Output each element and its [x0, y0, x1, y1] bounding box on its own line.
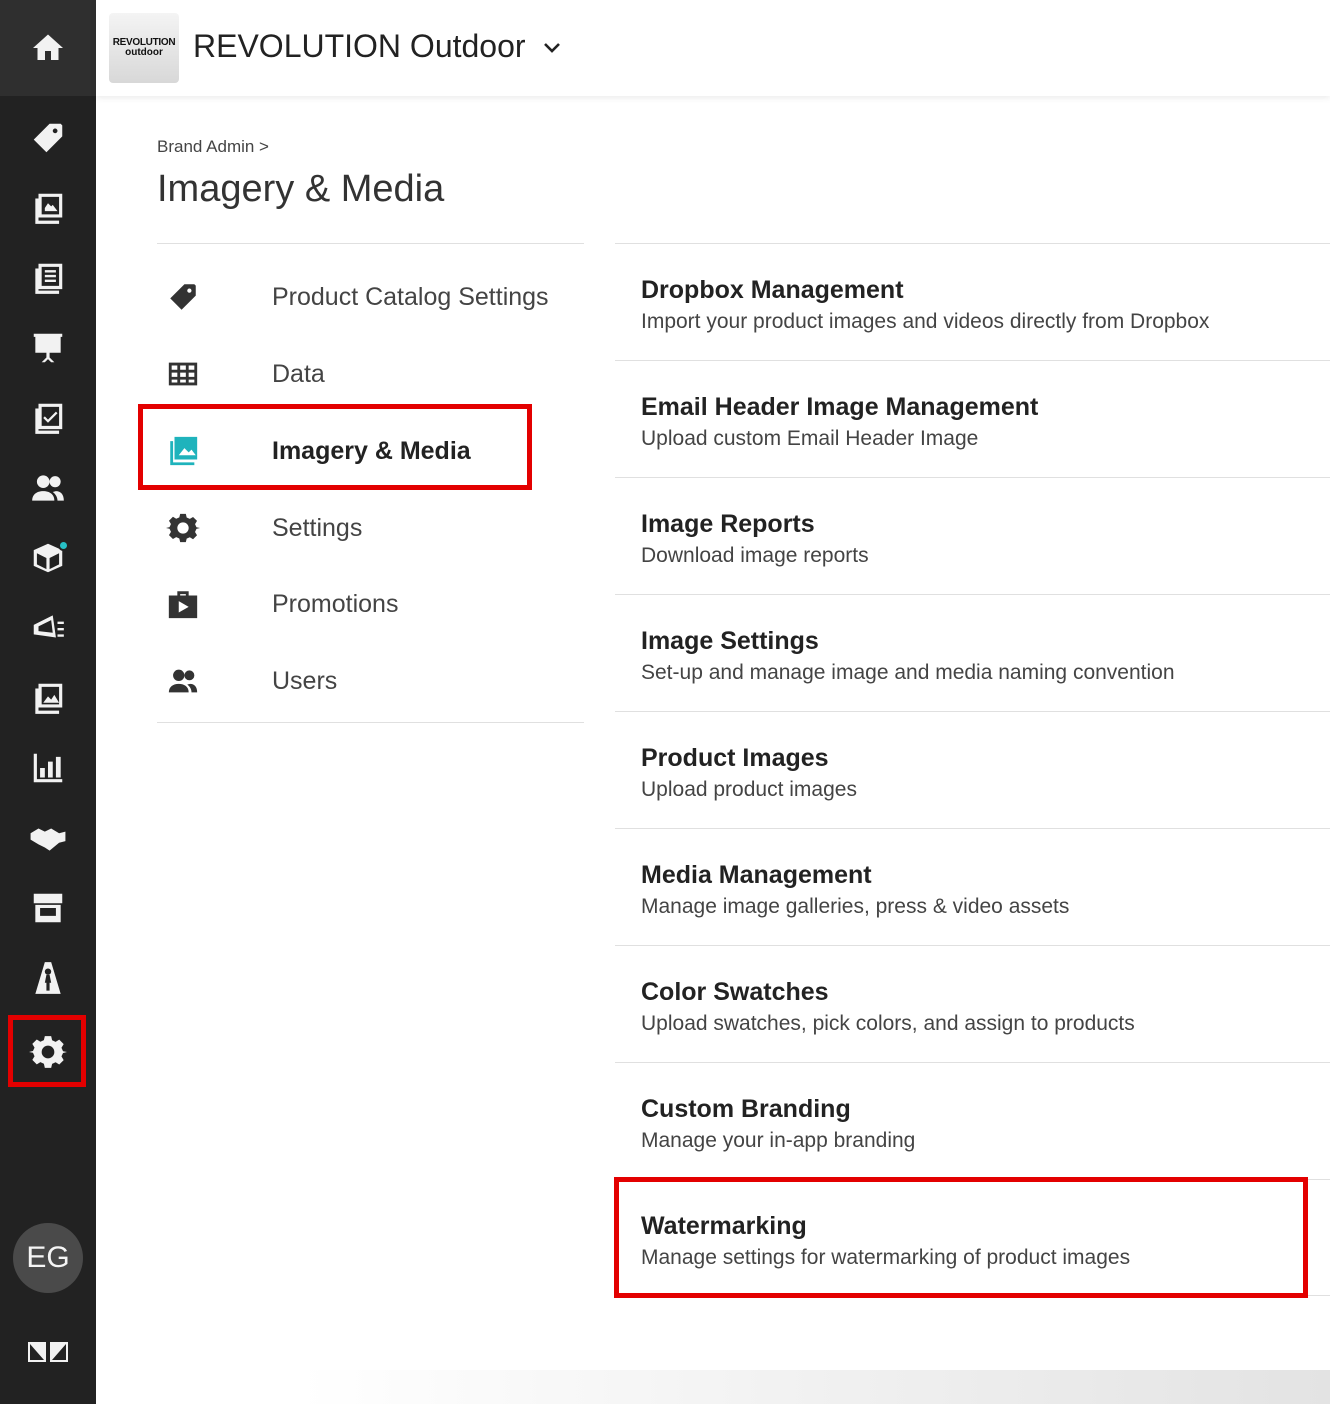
handshake-icon: [30, 828, 66, 851]
promo-bag-icon: [168, 591, 198, 619]
catalog-icon: [35, 193, 63, 224]
imagery-media-highlight-box: [138, 404, 532, 490]
model-icon: [35, 962, 61, 994]
tag-icon: [170, 284, 196, 310]
rail-analytics[interactable]: [0, 738, 96, 798]
breadcrumb[interactable]: Brand Admin >: [157, 137, 269, 157]
price-tag-icon: [33, 123, 63, 153]
icon-rail: EG: [0, 0, 96, 1404]
option-product-images[interactable]: Product Images Upload product images: [615, 711, 1330, 828]
rail-line-sheet[interactable]: [0, 248, 96, 308]
option-email-header-image-management[interactable]: Email Header Image Management Upload cus…: [615, 360, 1330, 477]
home-button[interactable]: [0, 0, 96, 96]
page-title: Imagery & Media: [157, 168, 445, 210]
company-logo-icon: [28, 1342, 68, 1362]
option-custom-branding[interactable]: Custom Branding Manage your in-app brand…: [615, 1062, 1330, 1179]
option-title: Email Header Image Management: [641, 393, 1039, 421]
rail-orders[interactable]: [0, 388, 96, 448]
option-title: Color Swatches: [641, 978, 829, 1006]
users-icon: [168, 669, 198, 693]
option-description: Set-up and manage image and media naming…: [641, 661, 1175, 684]
rail-shipping[interactable]: [0, 528, 96, 588]
option-description: Manage your in-app branding: [641, 1129, 916, 1152]
menu-item-product-catalog-settings[interactable]: Product Catalog Settings: [157, 266, 584, 328]
option-title: Product Images: [641, 744, 829, 772]
option-description: Upload custom Email Header Image: [641, 427, 979, 450]
menu-item-label: Settings: [272, 513, 363, 542]
home-icon: [33, 34, 63, 60]
option-description: Download image reports: [641, 544, 869, 567]
menu-item-users[interactable]: Users: [157, 650, 584, 712]
menu-item-promotions[interactable]: Promotions: [157, 573, 584, 635]
option-media-management[interactable]: Media Management Manage image galleries,…: [615, 828, 1330, 945]
menu-item-label: Data: [272, 359, 325, 388]
option-description: Upload product images: [641, 778, 857, 801]
analytics-icon: [33, 753, 63, 783]
option-description: Manage image galleries, press & video as…: [641, 895, 1070, 918]
option-description: Upload swatches, pick colors, and assign…: [641, 1012, 1135, 1035]
watermarking-highlight-box: [614, 1177, 1308, 1298]
rail-model[interactable]: [0, 948, 96, 1008]
rail-presentation[interactable]: [0, 318, 96, 378]
gear-icon: [166, 513, 200, 543]
rail-storefront[interactable]: [0, 878, 96, 938]
table-icon: [168, 362, 198, 386]
rail-price-tag[interactable]: [0, 108, 96, 168]
menu-item-label: Users: [272, 666, 338, 695]
chevron-down-icon[interactable]: [542, 38, 562, 58]
option-title: Custom Branding: [641, 1095, 851, 1123]
rail-images[interactable]: [0, 668, 96, 728]
option-color-swatches[interactable]: Color Swatches Upload swatches, pick col…: [615, 945, 1330, 1062]
option-image-reports[interactable]: Image Reports Download image reports: [615, 477, 1330, 594]
menu-item-settings[interactable]: Settings: [157, 497, 584, 559]
brand-logo-line2: outdoor: [125, 47, 163, 58]
settings-highlight-box: [8, 1015, 86, 1087]
option-image-settings[interactable]: Image Settings Set-up and manage image a…: [615, 594, 1330, 711]
bottom-shadow: [300, 1370, 1330, 1404]
customers-icon: [32, 475, 64, 501]
option-description: Import your product images and videos di…: [641, 310, 1210, 333]
line-sheet-icon: [35, 263, 63, 294]
menu-item-data[interactable]: Data: [157, 343, 584, 405]
presentation-icon: [33, 333, 63, 363]
top-header: REVOLUTION outdoor REVOLUTION Outdoor: [96, 0, 1330, 96]
menu-item-label: Product Catalog Settings: [272, 282, 549, 311]
brand-logo[interactable]: REVOLUTION outdoor: [109, 13, 179, 83]
rail-marketing[interactable]: [0, 598, 96, 658]
rail-customers[interactable]: [0, 458, 96, 518]
rail-catalog[interactable]: [0, 178, 96, 238]
notification-dot: [58, 540, 69, 551]
option-title: Image Settings: [641, 627, 819, 655]
option-dropbox-management[interactable]: Dropbox Management Import your product i…: [615, 243, 1330, 360]
menu-item-label: Promotions: [272, 589, 399, 618]
option-title: Dropbox Management: [641, 276, 904, 304]
storefront-icon: [33, 893, 63, 923]
images-icon: [35, 683, 63, 714]
avatar[interactable]: EG: [13, 1223, 83, 1293]
marketing-icon: [33, 615, 64, 638]
option-title: Image Reports: [641, 510, 815, 538]
options-list: Dropbox Management Import your product i…: [615, 243, 1330, 1296]
orders-check-icon: [35, 403, 63, 434]
rail-partners[interactable]: [0, 808, 96, 868]
brand-name[interactable]: REVOLUTION Outdoor: [193, 28, 526, 65]
option-title: Media Management: [641, 861, 872, 889]
